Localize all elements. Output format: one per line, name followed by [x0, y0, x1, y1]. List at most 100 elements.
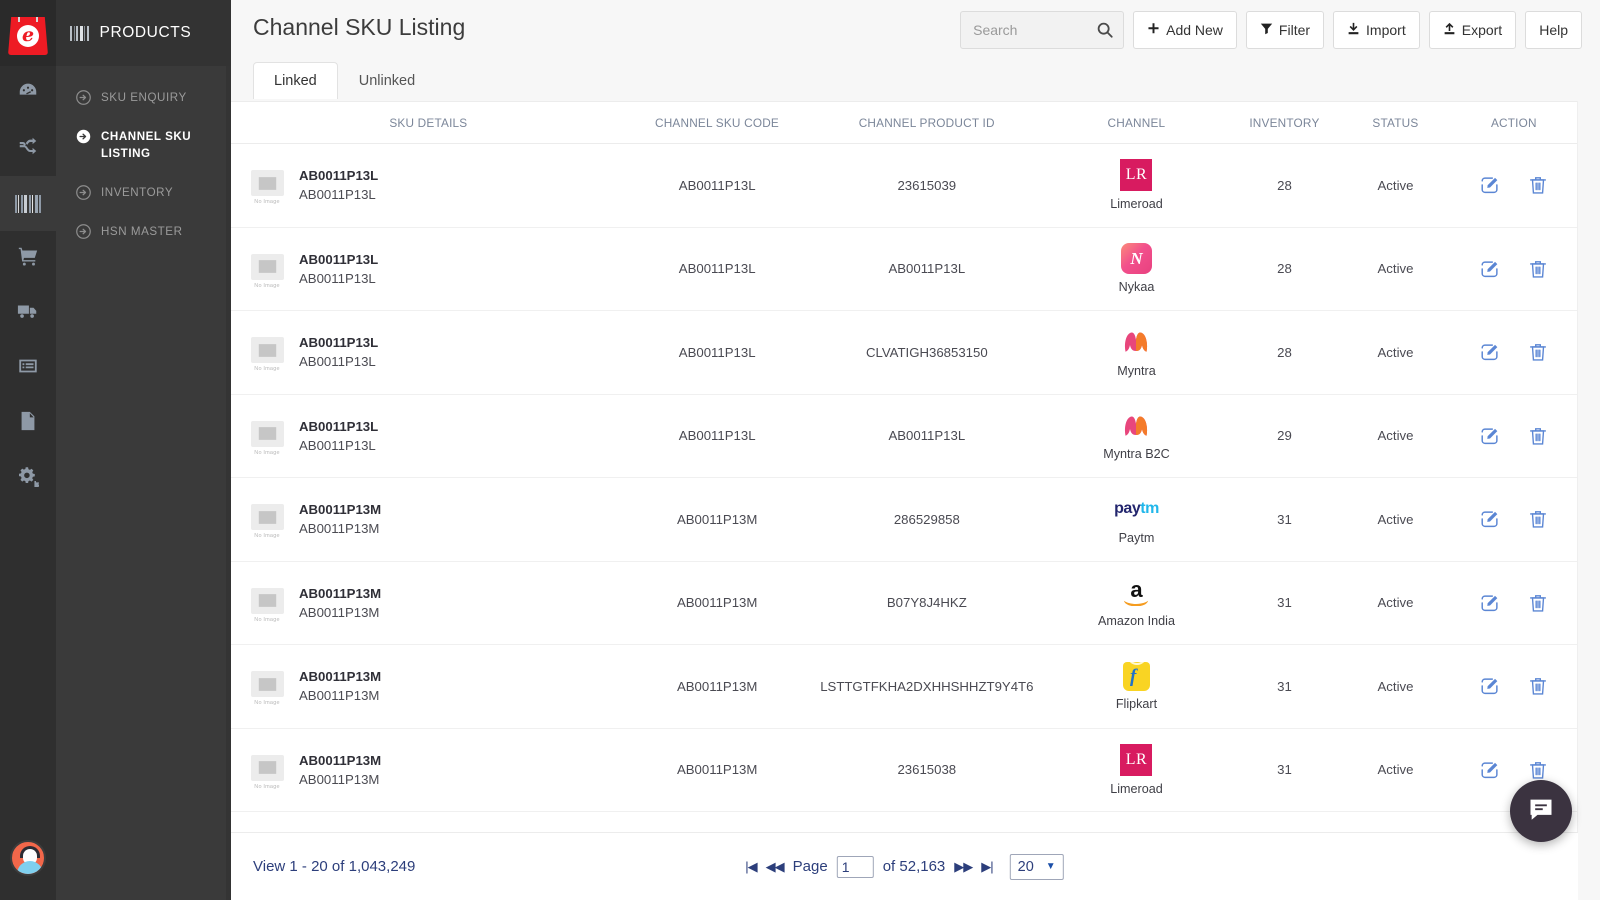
sidebar-item-inventory[interactable]: INVENTORY — [56, 173, 231, 212]
table-row[interactable]: No Image AB0011P13L AB0011P13L AB0011P13… — [231, 395, 1578, 479]
filter-button[interactable]: Filter — [1246, 11, 1324, 49]
edit-icon[interactable] — [1479, 508, 1501, 530]
export-icon — [1443, 22, 1456, 38]
rail-item-dashboard[interactable] — [0, 66, 56, 121]
delete-icon[interactable] — [1527, 592, 1549, 614]
cell-channel-sku-code: AB0011P13M — [626, 478, 809, 561]
rail-item-reports[interactable] — [0, 396, 56, 451]
search-icon[interactable] — [1096, 21, 1114, 39]
delete-icon[interactable] — [1527, 508, 1549, 530]
no-image-icon — [251, 504, 284, 530]
dashboard-icon — [17, 80, 39, 107]
cell-sku-details: No Image AB0011P13M AB0011P13M — [231, 729, 626, 812]
cell-channel: N Nykaa — [1045, 228, 1228, 311]
sku-name: AB0011P13L — [299, 335, 378, 350]
tab-label: Unlinked — [359, 73, 415, 89]
table-row[interactable]: No Image AB0011P13M AB0011P13M AB0011P13… — [231, 478, 1578, 562]
cell-inventory: 31 — [1228, 645, 1341, 728]
logo-bag-icon: e — [8, 17, 48, 55]
last-page-button[interactable]: ▶| — [981, 859, 992, 875]
export-button[interactable]: Export — [1429, 11, 1516, 49]
cart-icon — [17, 245, 39, 272]
delete-icon[interactable] — [1527, 174, 1549, 196]
cell-channel-product-id: B07Y8J4HKZ — [808, 562, 1045, 645]
limeroad-logo-icon: LR — [1120, 159, 1152, 191]
sidebar-item-sku-enquiry[interactable]: SKU ENQUIRY — [56, 78, 231, 117]
no-image-caption: No Image — [254, 784, 279, 790]
rail-item-orders[interactable] — [0, 231, 56, 286]
product-thumbnail: No Image — [249, 332, 285, 372]
tab-label: Linked — [274, 73, 317, 89]
no-image-icon — [251, 254, 284, 280]
next-page-button[interactable]: ▶▶ — [954, 859, 972, 875]
channel-name: Flipkart — [1116, 697, 1157, 711]
toolbar: Add New Filter Import — [960, 11, 1582, 49]
rail-item-products[interactable] — [0, 176, 56, 231]
arrow-circle-icon — [76, 129, 91, 144]
cell-channel: Myntra B2C — [1045, 395, 1228, 478]
sidebar-item-channel-sku-listing[interactable]: CHANNEL SKU LISTING — [56, 117, 231, 173]
page-size-select[interactable]: 20 ▼ — [1010, 854, 1064, 880]
list-icon — [17, 355, 39, 382]
cell-inventory: 28 — [1228, 144, 1341, 227]
table-row[interactable]: No Image AB0011P13L AB0011P13L AB0011P13… — [231, 144, 1578, 228]
import-button[interactable]: Import — [1333, 11, 1420, 49]
edit-icon[interactable] — [1479, 258, 1501, 280]
no-image-icon — [251, 755, 284, 781]
cell-inventory: 31 — [1228, 478, 1341, 561]
sidebar-title: PRODUCTS — [100, 24, 192, 42]
sidebar-item-hsn-master[interactable]: HSN MASTER — [56, 212, 231, 251]
delete-icon[interactable] — [1527, 341, 1549, 363]
table-row[interactable]: No Image AB0011P13M AB0011P13M AB0011P13… — [231, 645, 1578, 729]
delete-icon[interactable] — [1527, 258, 1549, 280]
status-badge: Active — [1341, 311, 1450, 394]
edit-icon[interactable] — [1479, 675, 1501, 697]
table-row[interactable]: No Image AB0011P13M AB0011P13M AB0011P13… — [231, 562, 1578, 646]
table-row[interactable]: No Image AB0011P13L AB0011P13L AB0011P13… — [231, 228, 1578, 312]
rail-item-shipping[interactable] — [0, 286, 56, 341]
chat-button[interactable] — [1510, 780, 1572, 842]
edit-icon[interactable] — [1479, 759, 1501, 781]
avatar[interactable] — [10, 840, 46, 876]
add-new-button[interactable]: Add New — [1133, 11, 1237, 49]
rail-item-settings[interactable] — [0, 451, 56, 506]
page-input[interactable] — [837, 856, 874, 878]
tab-linked[interactable]: Linked — [253, 62, 338, 99]
delete-icon[interactable] — [1527, 675, 1549, 697]
column-header-sku-details: SKU DETAILS — [231, 116, 626, 130]
tab-unlinked[interactable]: Unlinked — [338, 62, 436, 99]
paytm-logo-icon: paytm — [1114, 494, 1159, 525]
cell-action — [1450, 395, 1578, 478]
delete-icon[interactable] — [1527, 425, 1549, 447]
chevron-down-icon: ▼ — [1046, 861, 1056, 872]
no-image-caption: No Image — [254, 283, 279, 289]
cell-sku-details: No Image AB0011P13M AB0011P13M — [231, 645, 626, 728]
table-row[interactable]: No Image AB0011P13L AB0011P13L AB0011P13… — [231, 311, 1578, 395]
table-row[interactable]: No Image AB0011P13M AB0011P13M AB0011P13… — [231, 729, 1578, 813]
first-page-button[interactable]: |◀ — [745, 859, 756, 875]
table-right-divider — [1577, 101, 1578, 832]
limeroad-logo-icon: LR — [1120, 744, 1152, 776]
cell-sku-details: No Image AB0011P13M AB0011P13M — [231, 478, 626, 561]
no-image-icon — [251, 588, 284, 614]
cell-channel-product-id: LSTTGTFKHA2DXHHSHHZT9Y4T6 — [808, 645, 1045, 728]
product-thumbnail: No Image — [249, 165, 285, 205]
nykaa-logo-icon: N — [1121, 243, 1152, 274]
rail-item-shuffle[interactable] — [0, 121, 56, 176]
edit-icon[interactable] — [1479, 341, 1501, 363]
cell-channel-product-id: 23615038 — [808, 729, 1045, 812]
export-label: Export — [1462, 22, 1502, 38]
status-badge: Active — [1341, 144, 1450, 227]
delete-icon[interactable] — [1527, 759, 1549, 781]
edit-icon[interactable] — [1479, 592, 1501, 614]
prev-page-button[interactable]: ◀◀ — [766, 859, 784, 875]
cell-sku-details: No Image AB0011P13L AB0011P13L — [231, 395, 626, 478]
arrow-circle-icon — [76, 90, 91, 105]
page-size-value: 20 — [1018, 859, 1034, 875]
app-logo[interactable]: e — [0, 0, 56, 66]
edit-icon[interactable] — [1479, 174, 1501, 196]
edit-icon[interactable] — [1479, 425, 1501, 447]
truck-icon — [17, 300, 39, 327]
rail-item-catalog[interactable] — [0, 341, 56, 396]
help-button[interactable]: Help — [1525, 11, 1582, 49]
